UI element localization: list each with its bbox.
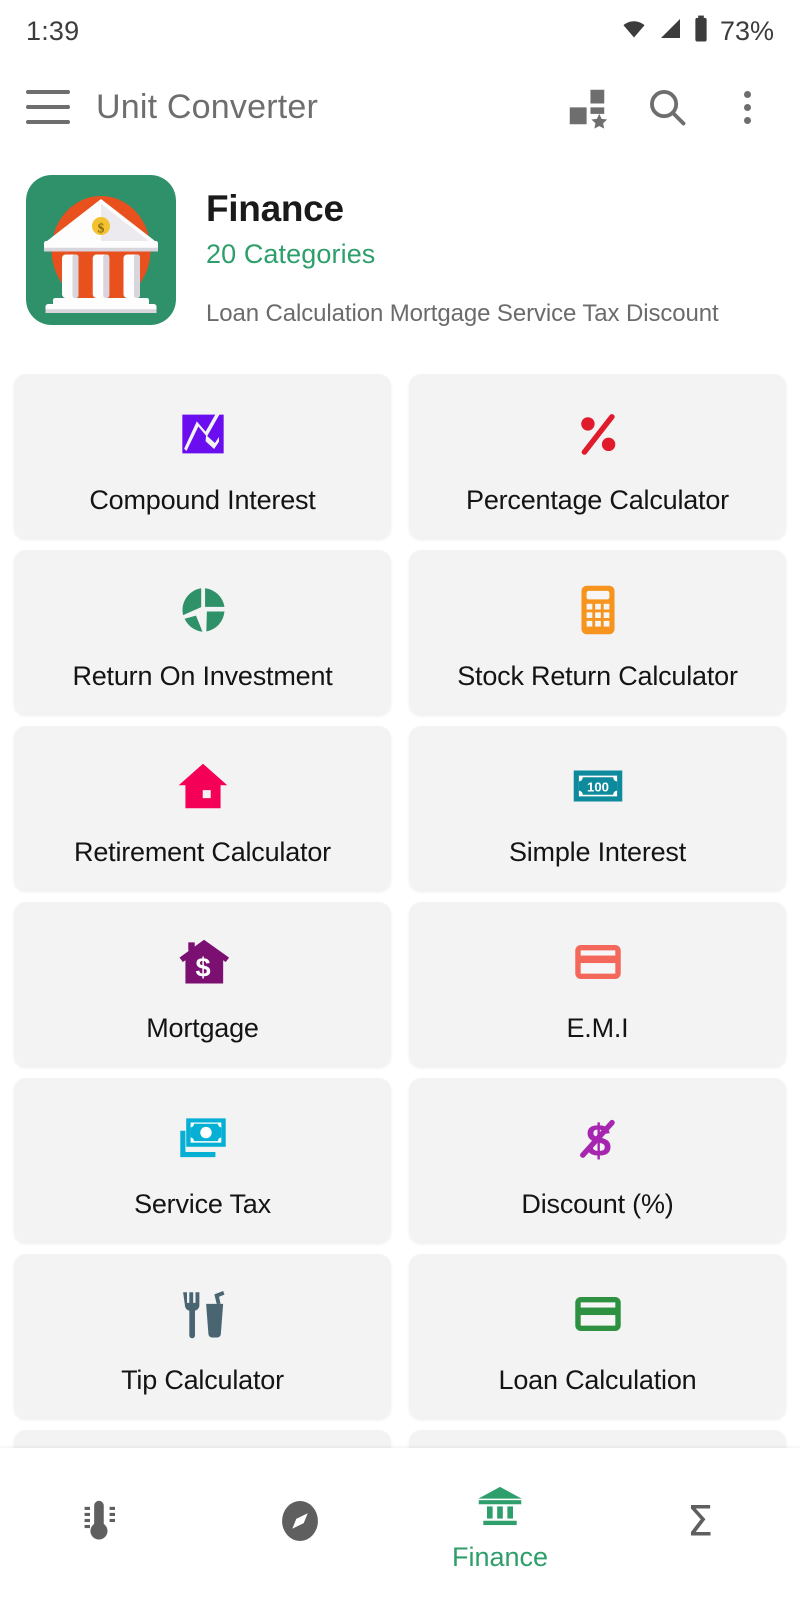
tile-mortgage[interactable]: $ Mortgage <box>14 902 391 1066</box>
converter-grid: Compound Interest Percentage Calculator Re… <box>0 374 800 1448</box>
thermometer-icon <box>75 1491 125 1551</box>
search-icon[interactable] <box>644 84 690 130</box>
tile-partial[interactable] <box>14 1430 391 1448</box>
tile-label: Percentage Calculator <box>466 484 729 515</box>
svg-text:$: $ <box>98 221 105 236</box>
tile-simple-interest[interactable]: 100 Simple Interest <box>409 726 786 890</box>
svg-text:100: 100 <box>587 779 609 794</box>
house-dollar-icon: $ <box>172 925 234 999</box>
category-meta: Finance 20 Categories Loan Calculation M… <box>176 174 774 328</box>
tile-label: Compound Interest <box>89 484 316 515</box>
tile-label: Simple Interest <box>508 836 687 867</box>
page-title: Finance <box>206 188 344 229</box>
tile-label: Tip Calculator <box>121 1364 284 1395</box>
tile-percentage-calculator[interactable]: Percentage Calculator <box>409 374 786 538</box>
overflow-menu-icon[interactable] <box>724 84 770 130</box>
tile-label: Mortgage <box>146 1012 259 1043</box>
money-stack-icon <box>172 1101 234 1175</box>
tile-e-m-i[interactable]: E.M.I <box>409 902 786 1066</box>
percent-icon <box>567 397 629 471</box>
tile-discount[interactable]: $ Discount (%) <box>409 1078 786 1242</box>
tile-return-on-investment[interactable]: Return On Investment <box>14 550 391 714</box>
tile-label: Loan Calculation <box>498 1364 697 1395</box>
bank-icon <box>473 1476 527 1536</box>
tile-label: E.M.I <box>566 1012 629 1043</box>
tile-label: Retirement Calculator <box>74 836 331 867</box>
tile-service-tax[interactable]: Service Tax <box>14 1078 391 1242</box>
nav-item-sigma[interactable]: Σ <box>610 1491 790 1557</box>
banknote-100-icon: 100 <box>567 749 629 823</box>
house-icon <box>172 749 234 823</box>
tile-label: Discount (%) <box>521 1188 674 1219</box>
tile-partial[interactable] <box>409 1430 786 1448</box>
tile-label: Service Tax <box>134 1188 271 1219</box>
fork-drink-icon <box>172 1277 234 1351</box>
compass-icon <box>275 1491 325 1551</box>
nav-item-temperature[interactable] <box>10 1491 190 1557</box>
nav-item-finance[interactable]: Finance <box>410 1476 590 1573</box>
battery-icon <box>693 15 709 47</box>
tile-label: Stock Return Calculator <box>457 660 738 691</box>
bottom-navigation: Finance Σ <box>0 1448 800 1600</box>
tile-retirement-calculator[interactable]: Retirement Calculator <box>14 726 391 890</box>
dollar-slash-icon: $ <box>567 1101 629 1175</box>
battery-percent: 73% <box>719 15 774 46</box>
pie-chart-icon <box>172 573 234 647</box>
status-time: 1:39 <box>26 15 80 46</box>
tile-stock-return-calculator[interactable]: Stock Return Calculator <box>409 550 786 714</box>
nav-item-compass[interactable] <box>210 1491 390 1557</box>
cellular-signal-icon <box>658 17 684 46</box>
hamburger-menu-icon[interactable] <box>26 90 70 124</box>
line-chart-icon <box>172 397 234 471</box>
app-title: Unit Converter <box>96 87 318 126</box>
category-count: 20 Categories <box>206 239 376 269</box>
sigma-icon: Σ <box>675 1491 725 1551</box>
tile-compound-interest[interactable]: Compound Interest <box>14 374 391 538</box>
svg-text:$: $ <box>195 951 210 982</box>
tile-label: Return On Investment <box>72 660 333 691</box>
calculator-icon <box>567 573 629 647</box>
app-bar: Unit Converter <box>0 62 800 152</box>
status-bar: 1:39 73% <box>0 0 800 62</box>
nav-label-finance: Finance <box>451 1541 549 1572</box>
tile-tip-calculator[interactable]: Tip Calculator <box>14 1254 391 1418</box>
app-root: 1:39 73% Unit Converter $ Finance 20 Cat… <box>0 0 800 1600</box>
category-header: $ Finance 20 Categories Loan Calculation… <box>0 152 800 334</box>
credit-card-icon <box>567 925 629 999</box>
status-indicators: 73% <box>619 15 774 47</box>
credit-card-icon <box>567 1277 629 1351</box>
tile-loan-calculation[interactable]: Loan Calculation <box>409 1254 786 1418</box>
app-bar-actions <box>564 84 774 130</box>
svg-text:Σ: Σ <box>687 1497 713 1546</box>
category-description: Loan Calculation Mortgage Service Tax Di… <box>206 300 719 327</box>
wifi-icon <box>619 17 649 46</box>
bank-building-icon: $ <box>26 174 176 326</box>
grid-favorite-icon[interactable] <box>564 84 610 130</box>
